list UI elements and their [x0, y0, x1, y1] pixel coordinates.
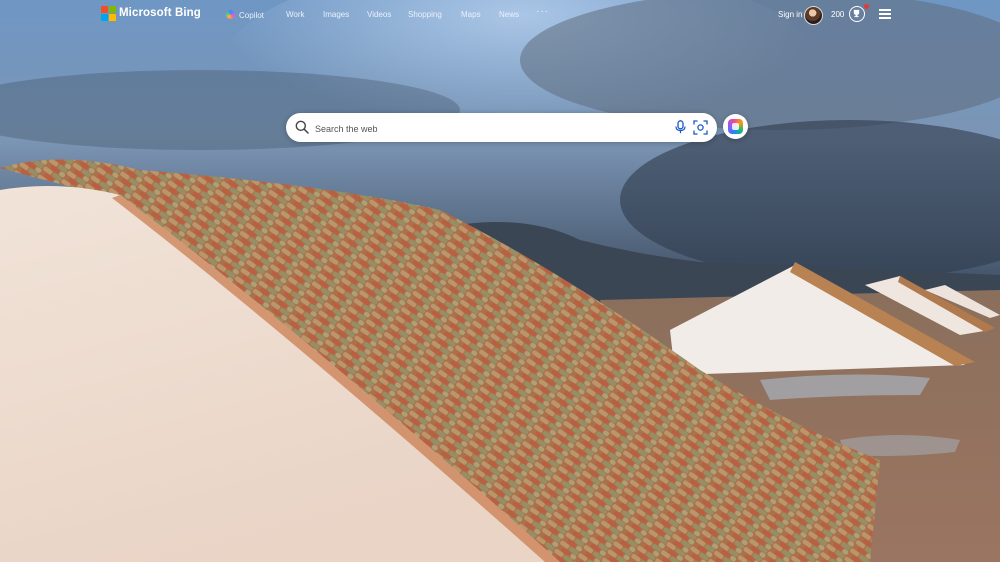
copilot-button[interactable] — [723, 114, 748, 139]
brand-name: Microsoft Bing — [119, 7, 201, 19]
visual-search-icon[interactable] — [693, 120, 708, 140]
nav-copilot[interactable]: Copilot — [226, 10, 264, 20]
background-photo — [0, 0, 1000, 562]
rewards-points[interactable]: 200 — [831, 10, 844, 19]
nav-images[interactable]: Images — [323, 10, 349, 19]
copilot-icon — [728, 119, 743, 134]
nav-work[interactable]: Work — [286, 10, 305, 19]
bing-logo[interactable]: Microsoft Bing — [101, 6, 201, 21]
nav-more-button[interactable]: ··· — [536, 6, 549, 17]
search-box — [286, 113, 717, 142]
notification-dot — [864, 4, 869, 9]
nav-news[interactable]: News — [499, 10, 519, 19]
search-input[interactable] — [313, 119, 667, 138]
sign-in-link[interactable]: Sign in — [778, 10, 802, 19]
nav-videos[interactable]: Videos — [367, 10, 391, 19]
account-area: Sign in 200 — [778, 4, 898, 26]
microphone-icon[interactable] — [675, 120, 686, 139]
hamburger-menu-icon[interactable] — [879, 9, 891, 19]
nav-shopping[interactable]: Shopping — [408, 10, 442, 19]
avatar[interactable] — [804, 6, 823, 25]
trophy-icon[interactable] — [849, 6, 865, 22]
copilot-icon — [226, 10, 235, 19]
nav-copilot-label: Copilot — [239, 11, 264, 20]
top-bar: Microsoft Bing Copilot Work Images Video… — [0, 0, 1000, 30]
nav-maps[interactable]: Maps — [461, 10, 481, 19]
search-icon[interactable] — [295, 120, 309, 139]
microsoft-logo-icon — [101, 6, 116, 21]
